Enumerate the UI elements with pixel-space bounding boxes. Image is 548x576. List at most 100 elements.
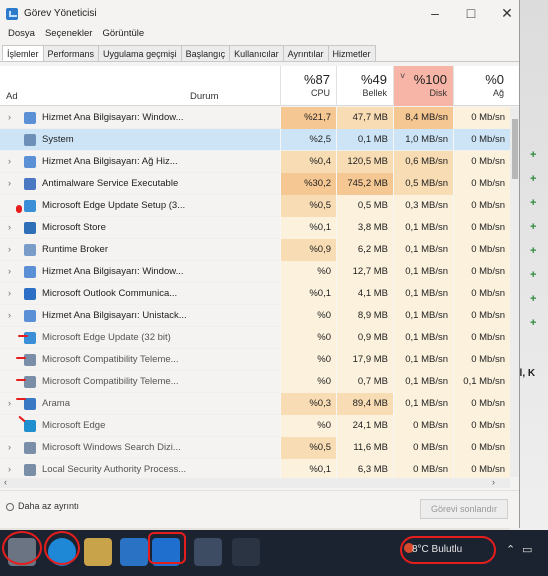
disk-value: 0,5 MB/sn bbox=[393, 173, 453, 195]
process-icon bbox=[24, 464, 36, 476]
process-row[interactable]: › Microsoft Outlook Communica... %0,1 4,1 M… bbox=[0, 283, 510, 305]
tab-performance[interactable]: Performans bbox=[42, 45, 100, 61]
expand-chevron-icon[interactable]: › bbox=[8, 288, 11, 298]
scroll-left-icon[interactable]: ‹ bbox=[4, 477, 7, 487]
disk-value: 0,6 MB/sn bbox=[393, 151, 453, 173]
process-name: Microsoft Edge Update (32 bit) bbox=[42, 332, 171, 343]
network-value: 0 Mb/sn bbox=[453, 305, 510, 327]
cpu-value: %0 bbox=[280, 371, 336, 393]
expand-chevron-icon[interactable]: › bbox=[8, 178, 11, 188]
file-explorer-icon[interactable] bbox=[84, 538, 112, 566]
expand-chevron-icon[interactable]: › bbox=[8, 222, 11, 232]
tab-startup[interactable]: Başlangıç bbox=[180, 45, 231, 61]
network-value: 0,1 Mb/sn bbox=[453, 371, 510, 393]
column-disk-header[interactable]: ˅ %100 Disk bbox=[393, 66, 453, 106]
network-value: 0 Mb/sn bbox=[453, 261, 510, 283]
process-row[interactable]: System %2,5 0,1 MB 1,0 MB/sn 0 Mb/sn bbox=[0, 129, 510, 151]
network-total: %0 bbox=[485, 72, 504, 87]
maximize-button[interactable]: □ bbox=[456, 4, 486, 24]
menu-view[interactable]: Görüntüle bbox=[102, 28, 144, 44]
process-name: Runtime Broker bbox=[42, 244, 108, 255]
end-task-button[interactable]: Görevi sonlandır bbox=[420, 499, 508, 519]
expand-chevron-icon[interactable]: › bbox=[8, 310, 11, 320]
disk-value: 0 MB/sn bbox=[393, 437, 453, 459]
expand-chevron-icon[interactable]: › bbox=[8, 398, 11, 408]
expand-chevron-icon[interactable]: › bbox=[8, 156, 11, 166]
annotation-mark bbox=[16, 205, 22, 213]
disk-value: 0,1 MB/sn bbox=[393, 239, 453, 261]
task-manager-taskbar-icon[interactable] bbox=[194, 538, 222, 566]
column-name-header[interactable]: Ad bbox=[6, 91, 18, 102]
process-name: Microsoft Store bbox=[42, 222, 106, 233]
process-icon bbox=[24, 398, 36, 410]
disk-value: 1,0 MB/sn bbox=[393, 129, 453, 151]
expand-chevron-icon[interactable]: › bbox=[8, 112, 11, 122]
title-bar[interactable]: Görev Yöneticisi – □ ✕ bbox=[0, 0, 519, 28]
memory-value: 12,7 MB bbox=[336, 261, 393, 283]
expand-chevron-icon[interactable]: › bbox=[8, 464, 11, 474]
process-row[interactable]: › Microsoft Windows Search Dizi... %0,5 11,… bbox=[0, 437, 510, 459]
fewer-details-link[interactable]: Daha az ayrıntı bbox=[18, 501, 79, 511]
app-icon[interactable] bbox=[232, 538, 260, 566]
process-row[interactable]: › Hizmet Ana Bilgisayarı: Ağ Hiz... %0,4 12… bbox=[0, 151, 510, 173]
scroll-thumb[interactable] bbox=[512, 119, 518, 179]
close-button[interactable]: ✕ bbox=[492, 4, 519, 24]
menu-file[interactable]: Dosya bbox=[8, 28, 35, 44]
cpu-value: %0 bbox=[280, 305, 336, 327]
tab-divider bbox=[0, 61, 519, 62]
process-row[interactable]: › Hizmet Ana Bilgisayarı: Window... %21,7 4… bbox=[0, 107, 510, 129]
process-name: Hizmet Ana Bilgisayarı: Window... bbox=[42, 112, 184, 123]
column-memory-header[interactable]: %49 Bellek bbox=[336, 66, 393, 106]
annotation-circle bbox=[44, 531, 80, 565]
cpu-value: %0,5 bbox=[280, 437, 336, 459]
vertical-scrollbar[interactable] bbox=[510, 107, 519, 477]
process-row[interactable]: Microsoft Compatibility Teleme... %0 17,9 … bbox=[0, 349, 510, 371]
process-icon bbox=[24, 112, 36, 124]
column-status-header[interactable]: Durum bbox=[190, 91, 219, 102]
process-row[interactable]: Microsoft Compatibility Teleme... %0 0,7 M… bbox=[0, 371, 510, 393]
column-cpu-header[interactable]: %87 CPU bbox=[280, 66, 336, 106]
network-value: 0 Mb/sn bbox=[453, 217, 510, 239]
process-icon bbox=[24, 354, 36, 366]
process-row[interactable]: Microsoft Edge Update (32 bit) %0 0,9 MB 0,… bbox=[0, 327, 510, 349]
horizontal-scrollbar[interactable]: ‹ › bbox=[0, 477, 510, 488]
menu-options[interactable]: Seçenekler bbox=[45, 28, 93, 44]
tab-details[interactable]: Ayrıntılar bbox=[282, 45, 329, 61]
process-name: Microsoft Windows Search Dizi... bbox=[42, 442, 181, 453]
process-row[interactable]: Microsoft Edge Update Setup (3... %0,5 0,5… bbox=[0, 195, 510, 217]
network-icon[interactable]: ▭ bbox=[522, 543, 532, 556]
process-row[interactable]: Microsoft Edge %0 24,1 MB 0 MB/sn 0 Mb/sn bbox=[0, 415, 510, 437]
scroll-right-icon[interactable]: › bbox=[492, 477, 495, 487]
chevron-up-icon[interactable] bbox=[6, 503, 14, 511]
process-row[interactable]: › Hizmet Ana Bilgisayarı: Window... %0 12,7… bbox=[0, 261, 510, 283]
network-value: 0 Mb/sn bbox=[453, 349, 510, 371]
process-row[interactable]: › Runtime Broker %0,9 6,2 MB 0,1 MB/sn 0 Mb/s… bbox=[0, 239, 510, 261]
memory-value: 745,2 MB bbox=[336, 173, 393, 195]
process-row[interactable]: › Microsoft Store %0,1 3,8 MB 0,1 MB/sn 0 Mb/… bbox=[0, 217, 510, 239]
expand-chevron-icon[interactable]: › bbox=[8, 442, 11, 452]
memory-value: 0,7 MB bbox=[336, 371, 393, 393]
tab-app-history[interactable]: Uygulama geçmişi bbox=[98, 45, 182, 61]
network-value: 0 Mb/sn bbox=[453, 107, 510, 129]
disk-value: 0,1 MB/sn bbox=[393, 261, 453, 283]
window-title: Görev Yöneticisi bbox=[24, 8, 97, 19]
column-network-header[interactable]: %0 Ağ bbox=[453, 66, 510, 106]
tab-users[interactable]: Kullanıcılar bbox=[229, 45, 284, 61]
tab-processes[interactable]: İşlemler bbox=[2, 45, 44, 61]
tray-chevron-up-icon[interactable]: ⌃ bbox=[506, 543, 515, 556]
annotation-circle bbox=[2, 531, 42, 565]
process-name: Microsoft Compatibility Teleme... bbox=[42, 354, 179, 365]
process-row[interactable]: › Hizmet Ana Bilgisayarı: Unistack... %0 8,… bbox=[0, 305, 510, 327]
expand-chevron-icon[interactable]: › bbox=[8, 266, 11, 276]
process-row[interactable]: › Arama %0,3 89,4 MB 0,1 MB/sn 0 Mb/sn bbox=[0, 393, 510, 415]
process-row[interactable]: › Antimalware Service Executable %30,2 745,… bbox=[0, 173, 510, 195]
memory-value: 0,9 MB bbox=[336, 327, 393, 349]
expand-chevron-icon[interactable]: › bbox=[8, 244, 11, 254]
tab-services[interactable]: Hizmetler bbox=[327, 45, 376, 61]
cpu-label: CPU bbox=[310, 88, 330, 98]
store-icon[interactable] bbox=[120, 538, 148, 566]
process-icon bbox=[24, 420, 36, 432]
cpu-value: %0,5 bbox=[280, 195, 336, 217]
annotation-mark bbox=[18, 335, 28, 337]
minimize-button[interactable]: – bbox=[420, 4, 450, 24]
